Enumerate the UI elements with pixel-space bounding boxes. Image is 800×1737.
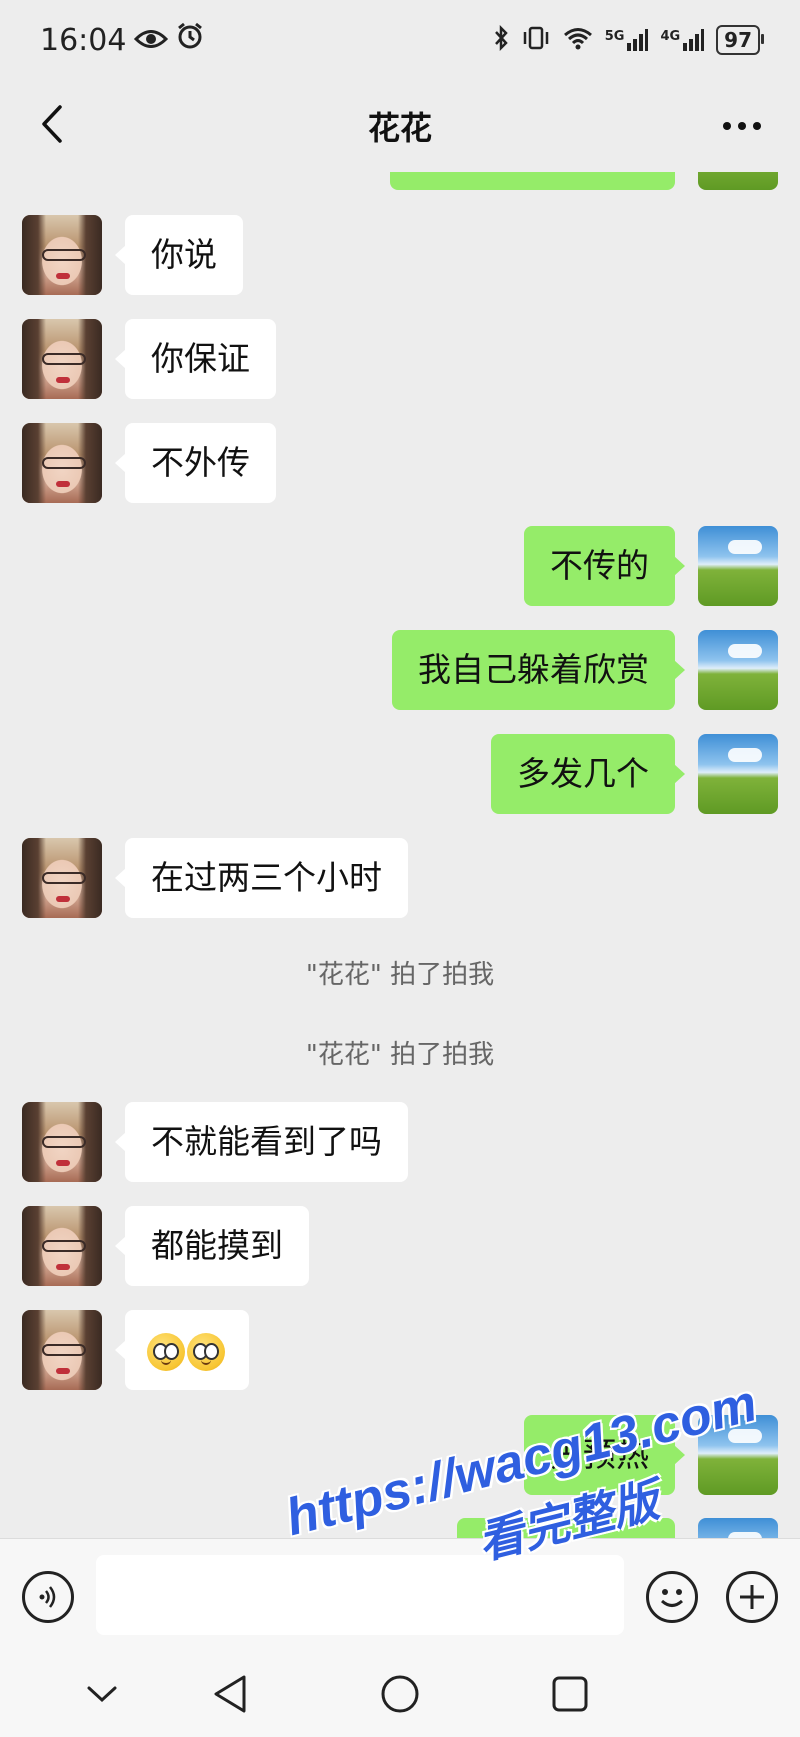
message-row: 先预热 [0, 1415, 800, 1495]
chat-header: 花花 [0, 80, 800, 172]
network-5g-label: 5G [604, 29, 625, 44]
message-bubble-partial[interactable] [390, 172, 675, 190]
signal-5g-icon: 5G [605, 29, 649, 51]
recents-square-icon[interactable] [546, 1670, 594, 1718]
message-bubble[interactable]: 都能摸到 [115, 1206, 309, 1286]
system-nav-bar [0, 1650, 800, 1737]
status-time: 16:04 [40, 22, 127, 58]
message-row: 都能摸到 [0, 1206, 800, 1286]
eye-icon [134, 23, 169, 58]
chat-title: 花花 [367, 109, 432, 147]
my-avatar[interactable] [698, 734, 778, 814]
chat-message-list[interactable]: 你说 你保证 不外传 不传的 我自己躲着欣赏 多发几个 在过两三个小时 "花花"… [0, 172, 800, 1538]
contact-avatar[interactable] [22, 1102, 102, 1182]
chevron-down-icon[interactable] [78, 1670, 126, 1718]
my-avatar[interactable] [698, 630, 778, 710]
message-bubble[interactable]: 在过两三个小时 [115, 838, 408, 918]
message-bubble-emoji[interactable] [115, 1310, 249, 1390]
chat-input-bar [0, 1538, 800, 1650]
message-row: 你说 [0, 215, 800, 295]
my-avatar[interactable] [698, 526, 778, 606]
contact-avatar[interactable] [22, 423, 102, 503]
message-bubble[interactable]: 我自己躲着欣赏 [392, 630, 685, 710]
contact-avatar[interactable] [22, 215, 102, 295]
system-message-pat: "花花" 拍了拍我 [305, 960, 495, 990]
message-bubble[interactable]: 先预热 [524, 1415, 685, 1495]
message-row: 不外传 [0, 423, 800, 503]
battery-indicator: 97 [716, 25, 764, 55]
voice-icon[interactable] [22, 1571, 74, 1623]
my-avatar[interactable] [698, 1518, 778, 1538]
system-message-pat: "花花" 拍了拍我 [305, 1040, 495, 1070]
back-triangle-icon[interactable] [206, 1670, 254, 1718]
astonished-face-icon [147, 1332, 185, 1371]
message-row: 不就能看到了吗 [0, 1102, 800, 1182]
wifi-icon [563, 26, 593, 55]
message-row: 不传的 [0, 526, 800, 606]
signal-4g-icon: 4G [660, 29, 705, 51]
contact-avatar[interactable] [22, 319, 102, 399]
message-row: 在过两三个小时 [0, 838, 800, 918]
message-row: 多发几个 [0, 734, 800, 814]
contact-avatar[interactable] [22, 1310, 102, 1390]
status-left: 16:04 [40, 22, 204, 58]
message-bubble[interactable]: 不就能看到了吗 [115, 1102, 408, 1182]
message-row: 我自己躲着欣赏 [0, 630, 800, 710]
my-avatar[interactable] [698, 172, 778, 190]
status-right: 5G 4G 97 [493, 24, 764, 56]
back-arrow-icon[interactable] [30, 102, 74, 146]
astonished-face-icon [187, 1332, 225, 1371]
alarm-icon [176, 22, 204, 58]
emoji-icon[interactable] [646, 1571, 698, 1623]
plus-icon[interactable] [726, 1571, 778, 1623]
status-bar: 16:04 5G 4G 97 [0, 0, 800, 80]
home-circle-icon[interactable] [376, 1670, 424, 1718]
contact-avatar[interactable] [22, 1206, 102, 1286]
message-bubble[interactable]: 多发几个 [491, 734, 685, 814]
message-row-partial [0, 1518, 800, 1538]
message-bubble-partial[interactable] [457, 1518, 675, 1538]
message-bubble[interactable]: 不传的 [524, 526, 685, 606]
message-row-partial [0, 172, 800, 190]
message-row: 你保证 [0, 319, 800, 399]
message-row [0, 1310, 800, 1390]
message-bubble[interactable]: 你说 [115, 215, 243, 295]
message-bubble[interactable]: 你保证 [115, 319, 276, 399]
contact-avatar[interactable] [22, 838, 102, 918]
network-4g-label: 4G [660, 29, 681, 44]
vibrate-icon [521, 26, 551, 55]
my-avatar[interactable] [698, 1415, 778, 1495]
bluetooth-icon [493, 24, 509, 56]
more-options-icon[interactable] [720, 106, 764, 146]
message-bubble[interactable]: 不外传 [115, 423, 276, 503]
message-input[interactable] [96, 1555, 624, 1635]
